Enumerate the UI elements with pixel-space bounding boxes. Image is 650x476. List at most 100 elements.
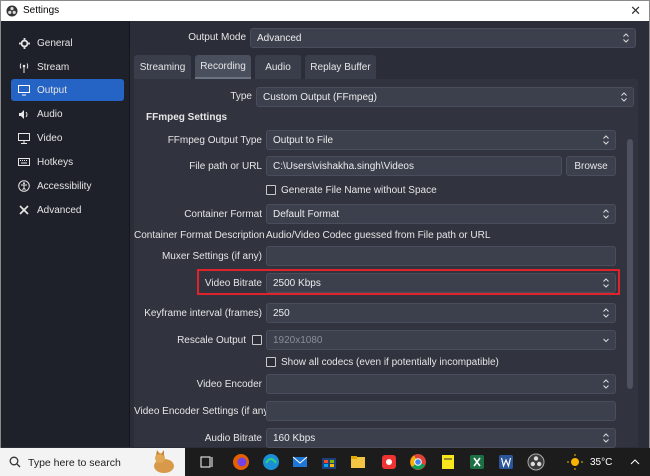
edge-icon[interactable] xyxy=(262,453,280,471)
firefox-icon[interactable] xyxy=(232,453,250,471)
audio-bitrate-value: 160 Kbps xyxy=(273,432,316,444)
video-encoder-select[interactable] xyxy=(266,374,616,394)
sidebar-item-hotkeys[interactable]: Hotkeys xyxy=(11,151,124,173)
taskbar-search-box[interactable]: Type here to search xyxy=(0,448,185,476)
keyframe-interval-label: Keyframe interval (frames) xyxy=(144,308,262,319)
container-format-select[interactable]: Default Format xyxy=(266,204,616,224)
video-encoder-settings-input[interactable] xyxy=(266,401,616,421)
container-description-label: Container Format Description xyxy=(134,230,265,241)
tab-audio[interactable]: Audio xyxy=(255,55,301,79)
store-icon[interactable] xyxy=(320,453,338,471)
windows-taskbar: Type here to search 35°C xyxy=(0,448,650,476)
recording-panel: Type Custom Output (FFmpeg) FFmpeg Setti… xyxy=(134,79,638,448)
rescale-resolution-select[interactable]: 1920x1080 xyxy=(266,330,616,350)
updown-arrows-icon[interactable] xyxy=(602,432,610,444)
task-view-icon[interactable] xyxy=(198,453,216,471)
chevron-up-icon[interactable] xyxy=(628,455,642,469)
ffmpeg-output-type-value: Output to File xyxy=(273,134,334,146)
container-description-value: Audio/Video Codec guessed from File path… xyxy=(266,230,491,241)
weather-temperature: 35°C xyxy=(590,457,613,468)
sidebar-item-accessibility[interactable]: Accessibility xyxy=(11,175,124,197)
sidebar-item-output[interactable]: Output xyxy=(11,79,124,101)
sticky-notes-icon[interactable] xyxy=(439,453,457,471)
sidebar-item-label: Hotkeys xyxy=(37,156,74,168)
show-all-codecs-checkbox[interactable] xyxy=(266,357,276,367)
container-format-label: Container Format xyxy=(184,209,262,220)
updown-arrows-icon xyxy=(623,33,629,43)
ffmpeg-settings-title: FFmpeg Settings xyxy=(146,112,228,123)
sidebar-item-general[interactable]: General xyxy=(11,32,124,54)
keyframe-interval-spinbox[interactable]: 250 xyxy=(266,303,616,323)
updown-arrows-icon xyxy=(603,379,609,389)
close-icon[interactable]: ✕ xyxy=(630,3,641,19)
sidebar-item-audio[interactable]: Audio xyxy=(11,103,124,125)
taskbar-search-placeholder: Type here to search xyxy=(28,457,121,469)
wrench-icon xyxy=(17,203,31,217)
sidebar-item-label: General xyxy=(37,37,73,49)
muxer-settings-input[interactable] xyxy=(266,246,616,266)
rescale-output-label: Rescale Output xyxy=(177,335,246,346)
settings-sidebar: General Stream Output Audio Video Hotkey… xyxy=(1,21,130,447)
cat-illustration-icon xyxy=(154,450,174,473)
output-settings-main: Output Mode Advanced Streaming Recording… xyxy=(130,21,649,448)
obs-app-icon xyxy=(6,5,18,17)
accessibility-icon xyxy=(17,179,31,193)
settings-window: Settings ✕ General Stream Output Audio V… xyxy=(0,0,650,476)
gear-icon xyxy=(17,36,31,50)
chevron-down-icon xyxy=(603,338,609,343)
generate-filename-label: Generate File Name without Space xyxy=(281,185,437,196)
excel-icon[interactable] xyxy=(468,453,486,471)
sidebar-item-label: Output xyxy=(37,84,68,96)
video-bitrate-highlight-box xyxy=(197,269,620,295)
keyboard-icon xyxy=(17,155,31,169)
broadcast-icon xyxy=(17,60,31,74)
muxer-settings-label: Muxer Settings (if any) xyxy=(161,251,262,262)
type-value: Custom Output (FFmpeg) xyxy=(263,91,377,103)
sidebar-item-label: Accessibility xyxy=(37,180,92,192)
file-explorer-icon[interactable] xyxy=(349,453,367,471)
container-format-value: Default Format xyxy=(273,208,340,220)
tab-streaming[interactable]: Streaming xyxy=(134,55,191,79)
sidebar-item-label: Audio xyxy=(37,108,63,120)
search-icon xyxy=(9,456,21,468)
sidebar-item-advanced[interactable]: Advanced xyxy=(11,199,124,221)
ffmpeg-output-type-label: FFmpeg Output Type xyxy=(167,135,262,146)
browse-button[interactable]: Browse xyxy=(566,156,616,176)
sidebar-item-video[interactable]: Video xyxy=(11,127,124,149)
obs-taskbar-icon[interactable] xyxy=(527,453,545,471)
updown-arrows-icon xyxy=(603,135,609,145)
sidebar-item-label: Video xyxy=(37,132,63,144)
chrome-icon[interactable] xyxy=(409,453,427,471)
mail-icon[interactable] xyxy=(291,453,309,471)
ffmpeg-output-type-select[interactable]: Output to File xyxy=(266,130,616,150)
type-label: Type xyxy=(230,91,252,102)
output-mode-select[interactable]: Advanced xyxy=(250,28,636,48)
video-encoder-settings-label: Video Encoder Settings (if any) xyxy=(134,406,272,417)
sidebar-item-label: Stream xyxy=(37,61,70,73)
show-all-codecs-label: Show all codecs (even if potentially inc… xyxy=(281,357,499,368)
video-encoder-label: Video Encoder xyxy=(196,379,262,390)
speaker-icon xyxy=(17,107,31,121)
updown-arrows-icon[interactable] xyxy=(602,307,610,319)
title-bar: Settings ✕ xyxy=(1,1,649,21)
audio-bitrate-spinbox[interactable]: 160 Kbps xyxy=(266,428,616,448)
monitor-icon xyxy=(17,131,31,145)
output-mode-value: Advanced xyxy=(257,32,302,44)
generate-filename-checkbox[interactable] xyxy=(266,185,276,195)
type-select[interactable]: Custom Output (FFmpeg) xyxy=(256,87,634,107)
sidebar-item-stream[interactable]: Stream xyxy=(11,56,124,78)
tab-replay-buffer[interactable]: Replay Buffer xyxy=(305,55,376,79)
file-path-input[interactable]: C:\Users\vishakha.singh\Videos xyxy=(266,156,562,176)
tab-recording[interactable]: Recording xyxy=(195,55,251,79)
audio-bitrate-label: Audio Bitrate xyxy=(204,433,262,444)
panel-scrollbar[interactable] xyxy=(627,139,633,389)
sidebar-item-label: Advanced xyxy=(37,204,82,216)
updown-arrows-icon xyxy=(621,92,627,102)
word-icon[interactable] xyxy=(497,453,515,471)
rescale-resolution-value: 1920x1080 xyxy=(273,334,323,346)
keyframe-interval-value: 250 xyxy=(273,307,290,319)
rescale-output-checkbox[interactable] xyxy=(252,335,262,345)
updown-arrows-icon xyxy=(603,209,609,219)
window-title: Settings xyxy=(23,5,60,16)
music-app-icon[interactable] xyxy=(380,453,398,471)
